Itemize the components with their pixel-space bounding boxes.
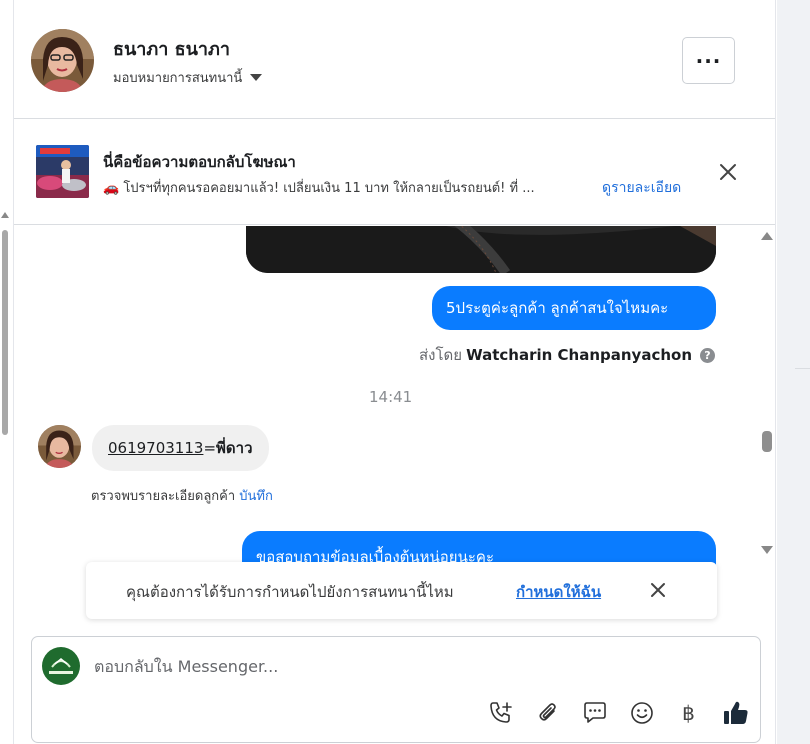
chat-bubble-icon[interactable]: [580, 698, 609, 727]
incoming-message[interactable]: 0619703113 = พี่ดาว: [92, 425, 269, 471]
incoming-separator: =: [203, 439, 217, 457]
note-text: ตรวจพบรายละเอียดลูกค้า: [91, 489, 236, 504]
messenger-page: ธนาภา ธนาภา มอบหมายการสนทนานี้ ··· นี่คื…: [0, 0, 810, 744]
ad-description: 🚗 โปรฯที่ทุกคนรอคอยมาแล้ว! เปลี่ยนเงิน 1…: [103, 181, 535, 196]
sender-name: Watcharin Chanpanyachon: [466, 346, 692, 364]
baht-icon[interactable]: ฿: [674, 698, 703, 727]
ad-thumbnail[interactable]: [36, 145, 89, 198]
close-icon[interactable]: [648, 580, 668, 600]
contact-avatar[interactable]: [31, 29, 94, 92]
assign-to-me-link[interactable]: กำหนดให้ฉัน: [516, 580, 601, 604]
contact-avatar-small[interactable]: [38, 425, 81, 468]
customer-details-note: ตรวจพบรายละเอียดลูกค้า บันทึก: [91, 485, 273, 506]
left-scrollbar-thumb[interactable]: [2, 230, 8, 435]
assign-label: มอบหมายการสนทนานี้: [113, 71, 243, 86]
help-icon[interactable]: ?: [700, 347, 715, 363]
reply-input[interactable]: [94, 654, 694, 678]
baht-symbol: ฿: [682, 700, 695, 725]
contact-name[interactable]: ธนาภา ธนาภา: [113, 34, 230, 63]
chat-scrollbar-thumb[interactable]: [762, 431, 772, 452]
emoji-icon[interactable]: [627, 698, 656, 727]
message-image[interactable]: [246, 226, 716, 273]
outgoing-message[interactable]: 5ประตูค่ะลูกค้า ลูกค้าสนใจไหมคะ: [432, 286, 716, 330]
left-scroll-up-arrow[interactable]: [1, 212, 9, 218]
ad-details-link[interactable]: ดูรายละเอียด: [602, 177, 681, 199]
assign-conversation-dropdown[interactable]: มอบหมายการสนทนานี้: [113, 67, 263, 88]
divider: [795, 368, 810, 369]
chat-scroll-up-arrow[interactable]: [761, 232, 773, 240]
chevron-down-icon: [250, 74, 263, 81]
thumbs-up-icon[interactable]: [721, 698, 750, 727]
chat-scroll-down-arrow[interactable]: [761, 546, 773, 554]
close-icon[interactable]: [716, 160, 740, 184]
more-icon: ···: [695, 48, 722, 73]
more-options-button[interactable]: ···: [682, 37, 735, 84]
composer-toolbar: ฿: [486, 698, 750, 727]
message-timestamp: 14:41: [369, 388, 413, 406]
phone-number-link[interactable]: 0619703113: [108, 439, 203, 457]
incoming-name: พี่ดาว: [216, 439, 253, 457]
sent-by-info: ส่งโดย Watcharin Chanpanyachon ?: [419, 343, 715, 367]
conversation-header: ธนาภา ธนาภา มอบหมายการสนทนานี้ ···: [14, 0, 775, 119]
assign-prompt-toast: คุณต้องการได้รับการกำหนดไปยังการสนทนานี้…: [86, 562, 717, 619]
right-side-panel: [777, 0, 810, 744]
reply-composer: ฿: [31, 636, 761, 743]
call-add-icon[interactable]: [486, 698, 515, 727]
save-details-link[interactable]: บันทึก: [239, 489, 273, 504]
assign-prompt-text: คุณต้องการได้รับการกำหนดไปยังการสนทนานี้…: [126, 583, 454, 601]
paperclip-icon[interactable]: [533, 698, 562, 727]
ad-reply-banner: นี่คือข้อความตอบกลับโฆษณา 🚗 โปรฯที่ทุกคน…: [14, 120, 775, 225]
outgoing-message-text: 5ประตูค่ะลูกค้า ลูกค้าสนใจไหมคะ: [446, 299, 669, 317]
sent-by-label: ส่งโดย: [419, 346, 463, 364]
ad-title: นี่คือข้อความตอบกลับโฆษณา: [103, 153, 296, 171]
page-avatar: [42, 647, 80, 685]
conversation-panel: ธนาภา ธนาภา มอบหมายการสนทนานี้ ··· นี่คื…: [13, 0, 776, 744]
